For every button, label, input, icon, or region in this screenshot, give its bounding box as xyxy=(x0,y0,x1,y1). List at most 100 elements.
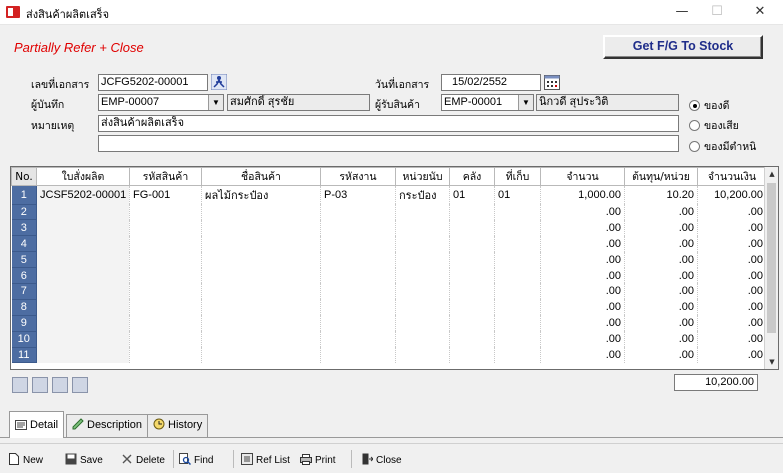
col-header-amount[interactable]: จำนวนเงิน xyxy=(697,167,767,186)
table-cell[interactable]: P-03 xyxy=(320,185,396,204)
table-cell[interactable] xyxy=(129,204,202,220)
table-cell[interactable] xyxy=(201,315,321,332)
close-window-button[interactable]: ✕ xyxy=(740,0,780,25)
insert-row-icon[interactable] xyxy=(12,377,28,393)
table-cell[interactable] xyxy=(201,283,321,300)
tab-description[interactable]: Description xyxy=(66,414,149,437)
table-cell[interactable] xyxy=(129,219,202,236)
table-cell[interactable] xyxy=(201,267,321,284)
table-cell[interactable]: .00 xyxy=(624,331,698,348)
table-cell[interactable] xyxy=(449,299,495,316)
table-cell[interactable] xyxy=(129,267,202,284)
scroll-down-icon[interactable]: ▼ xyxy=(765,355,778,369)
table-cell[interactable] xyxy=(395,331,450,348)
table-cell[interactable] xyxy=(320,347,396,363)
tab-history[interactable]: History xyxy=(147,414,209,437)
find-button[interactable]: Find xyxy=(179,453,213,466)
table-row[interactable]: 10.00.00.00 xyxy=(11,331,767,348)
table-cell[interactable]: .00 xyxy=(624,315,698,332)
table-cell[interactable]: .00 xyxy=(697,299,767,316)
table-cell[interactable] xyxy=(449,219,495,236)
zoom-row-icon[interactable] xyxy=(72,377,88,393)
minimize-button[interactable]: — xyxy=(662,0,702,25)
table-cell[interactable] xyxy=(201,331,321,348)
table-cell[interactable] xyxy=(201,251,321,268)
print-button[interactable]: Print xyxy=(300,453,336,466)
recorder-code-select[interactable]: EMP-00007 ▼ xyxy=(98,94,224,111)
table-cell[interactable] xyxy=(395,283,450,300)
table-cell[interactable] xyxy=(395,299,450,316)
col-header-unit[interactable]: หน่วยนับ xyxy=(395,167,450,186)
table-cell[interactable] xyxy=(494,331,541,348)
col-header-location[interactable]: ที่เก็บ xyxy=(494,167,541,186)
table-row[interactable]: 7.00.00.00 xyxy=(11,283,767,300)
receiver-code-select[interactable]: EMP-00001 ▼ xyxy=(441,94,534,111)
table-cell[interactable]: JCSF5202-00001 xyxy=(36,185,130,204)
delete-row-icon[interactable] xyxy=(52,377,68,393)
table-cell[interactable]: .00 xyxy=(540,235,625,252)
table-cell[interactable]: .00 xyxy=(697,267,767,284)
table-cell[interactable] xyxy=(129,315,202,332)
table-cell[interactable] xyxy=(36,331,130,348)
table-cell[interactable] xyxy=(494,267,541,284)
new-button[interactable]: New xyxy=(8,453,43,466)
table-row[interactable]: 8.00.00.00 xyxy=(11,299,767,316)
table-cell[interactable]: .00 xyxy=(540,283,625,300)
table-cell[interactable] xyxy=(36,283,130,300)
col-header-quantity[interactable]: จำนวน xyxy=(540,167,625,186)
table-cell[interactable] xyxy=(449,267,495,284)
table-cell[interactable] xyxy=(129,283,202,300)
table-cell[interactable] xyxy=(320,235,396,252)
table-cell[interactable] xyxy=(201,299,321,316)
scroll-up-icon[interactable]: ▲ xyxy=(765,167,778,181)
table-cell[interactable] xyxy=(201,204,321,220)
table-cell[interactable] xyxy=(449,204,495,220)
table-cell[interactable] xyxy=(494,204,541,220)
table-cell[interactable]: .00 xyxy=(624,283,698,300)
table-cell[interactable]: 10,200.00 xyxy=(697,185,767,204)
table-cell[interactable] xyxy=(449,235,495,252)
delete-button[interactable]: Delete xyxy=(121,453,165,466)
table-row[interactable]: 2.00.00.00 xyxy=(11,204,767,221)
table-cell[interactable]: .00 xyxy=(697,204,767,220)
table-cell[interactable]: 01 xyxy=(494,185,541,204)
table-cell[interactable] xyxy=(494,235,541,252)
radio-defect[interactable]: ของมีตำหนิ xyxy=(689,138,756,155)
grid-scrollbar[interactable]: ▲ ▼ xyxy=(764,167,778,369)
get-fg-to-stock-button[interactable]: Get F/G To Stock xyxy=(603,35,763,59)
table-cell[interactable] xyxy=(449,251,495,268)
table-cell[interactable] xyxy=(36,204,130,220)
table-cell[interactable] xyxy=(494,219,541,236)
table-cell[interactable]: .00 xyxy=(624,267,698,284)
table-cell[interactable] xyxy=(320,267,396,284)
table-cell[interactable]: .00 xyxy=(624,347,698,363)
table-cell[interactable]: .00 xyxy=(540,347,625,363)
table-cell[interactable] xyxy=(36,347,130,363)
table-cell[interactable] xyxy=(449,315,495,332)
table-cell[interactable] xyxy=(320,204,396,220)
col-header-job-order[interactable]: ใบสั่งผลิต xyxy=(36,167,130,186)
table-cell[interactable] xyxy=(36,267,130,284)
table-cell[interactable] xyxy=(320,219,396,236)
table-cell[interactable] xyxy=(36,251,130,268)
table-cell[interactable]: .00 xyxy=(624,299,698,316)
table-cell[interactable] xyxy=(129,235,202,252)
table-cell[interactable]: .00 xyxy=(540,267,625,284)
table-cell[interactable]: .00 xyxy=(697,283,767,300)
doc-no-field[interactable]: JCFG5202-00001 xyxy=(98,74,208,91)
chevron-down-icon[interactable]: ▼ xyxy=(208,95,223,110)
ref-list-button[interactable]: Ref List xyxy=(241,453,290,466)
maximize-button[interactable]: ☐ xyxy=(697,0,737,25)
table-cell[interactable]: .00 xyxy=(540,315,625,332)
table-cell[interactable]: ผลไม้กระป๋อง xyxy=(201,185,321,204)
table-cell[interactable] xyxy=(201,219,321,236)
radio-bad[interactable]: ของเสีย xyxy=(689,117,739,134)
table-cell[interactable] xyxy=(395,251,450,268)
table-cell[interactable] xyxy=(129,347,202,363)
table-cell[interactable]: กระป๋อง xyxy=(395,185,450,204)
table-cell[interactable] xyxy=(449,283,495,300)
table-cell[interactable] xyxy=(320,315,396,332)
scroll-thumb[interactable] xyxy=(767,183,776,333)
chevron-down-icon[interactable]: ▼ xyxy=(518,95,533,110)
table-cell[interactable] xyxy=(494,283,541,300)
